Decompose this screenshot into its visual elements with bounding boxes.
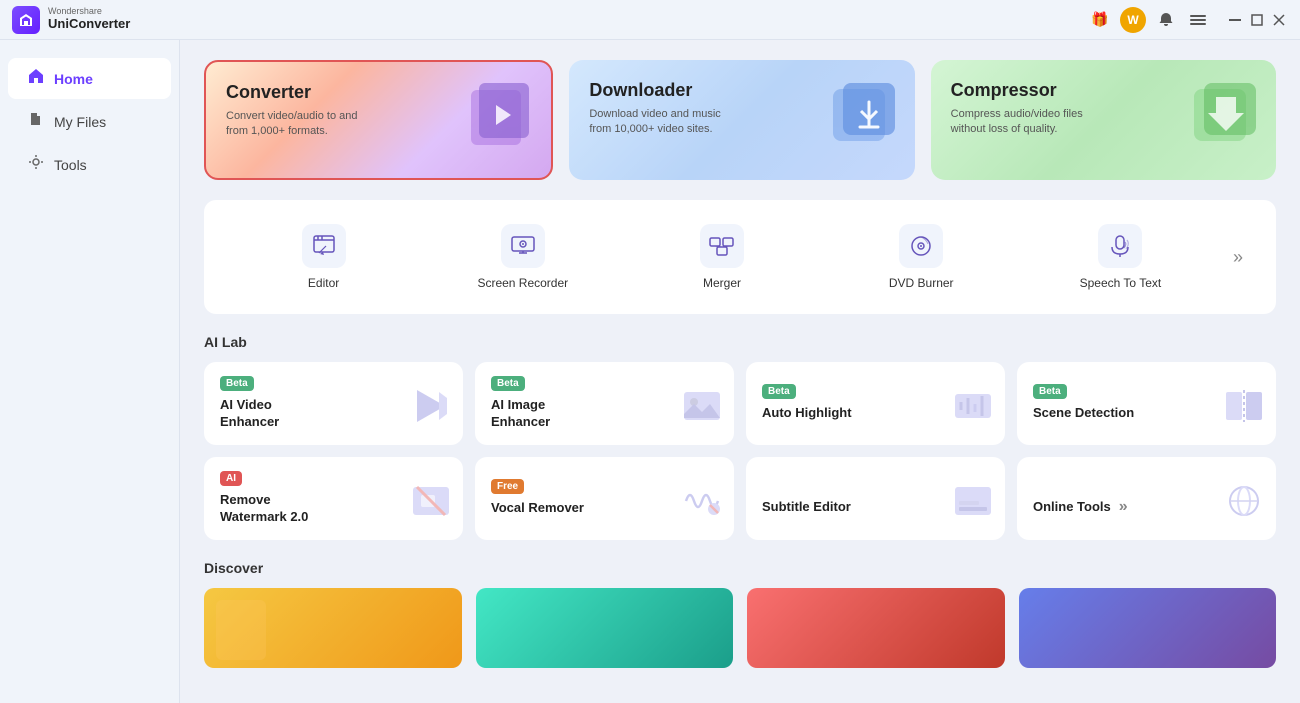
- tools-icon: [28, 154, 44, 175]
- downloader-card[interactable]: Downloader Download video and music from…: [569, 60, 914, 180]
- dvd-burner-label: DVD Burner: [889, 276, 954, 290]
- sidebar-item-tools[interactable]: Tools: [8, 144, 171, 185]
- sidebar-item-myfiles[interactable]: My Files: [8, 101, 171, 142]
- sidebar-item-home[interactable]: Home: [8, 58, 171, 99]
- beta-badge-4: Beta: [1033, 384, 1067, 399]
- ai-video-enhancer-icon: [409, 384, 453, 437]
- discover-title: Discover: [204, 560, 1276, 576]
- ai-badge: AI: [220, 471, 242, 486]
- ai-card-online-tools[interactable]: Online Tools »: [1017, 457, 1276, 540]
- window-controls: [1226, 11, 1288, 29]
- compressor-icon: [1186, 77, 1266, 170]
- tool-speech-to-text[interactable]: Speech To Text: [1021, 216, 1220, 298]
- editor-label: Editor: [308, 276, 339, 290]
- beta-badge: Beta: [220, 376, 254, 391]
- tools-row: Editor Screen Recorder: [204, 200, 1276, 314]
- sidebar-myfiles-label: My Files: [54, 114, 106, 130]
- sidebar-home-label: Home: [54, 71, 93, 87]
- files-icon: [28, 111, 44, 132]
- tools-more-button[interactable]: »: [1220, 239, 1256, 275]
- ai-lab-grid: Beta AI VideoEnhancer Beta AI ImageEnhan…: [204, 362, 1276, 540]
- main-layout: Home My Files Tools Converter Convert vi…: [0, 40, 1300, 703]
- minimize-button[interactable]: [1226, 11, 1244, 29]
- menu-icon[interactable]: [1186, 8, 1210, 32]
- discover-card-4[interactable]: [1019, 588, 1277, 668]
- ai-card-scene-detection[interactable]: Beta Scene Detection: [1017, 362, 1276, 445]
- converter-desc: Convert video/audio to and from 1,000+ f…: [226, 109, 366, 140]
- ai-card-image-enhancer[interactable]: Beta AI ImageEnhancer: [475, 362, 734, 445]
- tool-screen-recorder[interactable]: Screen Recorder: [423, 216, 622, 298]
- discover-card-2[interactable]: [476, 588, 734, 668]
- sidebar: Home My Files Tools: [0, 40, 180, 703]
- discover-card-1[interactable]: [204, 588, 462, 668]
- logo-icon: [12, 6, 40, 34]
- downloader-icon: [825, 77, 905, 170]
- compressor-desc: Compress audio/video files without loss …: [951, 107, 1091, 138]
- editor-icon: [302, 224, 346, 268]
- speech-to-text-icon: [1098, 224, 1142, 268]
- user-avatar[interactable]: W: [1120, 7, 1146, 33]
- speech-to-text-label: Speech To Text: [1080, 276, 1162, 290]
- downloader-desc: Download video and music from 10,000+ vi…: [589, 107, 729, 138]
- compressor-card[interactable]: Compressor Compress audio/video files wi…: [931, 60, 1276, 180]
- merger-label: Merger: [703, 276, 741, 290]
- app-logo: Wondershare UniConverter: [12, 6, 130, 34]
- ai-card-auto-highlight[interactable]: Beta Auto Highlight: [746, 362, 1005, 445]
- titlebar-controls: 🎁 W: [1088, 7, 1288, 33]
- free-badge: Free: [491, 479, 524, 494]
- scene-detection-icon: [1222, 384, 1266, 437]
- beta-badge-2: Beta: [491, 376, 525, 391]
- screen-recorder-label: Screen Recorder: [477, 276, 568, 290]
- home-icon: [28, 68, 44, 89]
- ai-lab-title: AI Lab: [204, 334, 1276, 350]
- ai-card-subtitle-editor[interactable]: Subtitle Editor: [746, 457, 1005, 540]
- remove-watermark-icon: [409, 479, 453, 532]
- converter-icon: [461, 75, 541, 168]
- discover-card-3[interactable]: [747, 588, 1005, 668]
- ai-card-remove-watermark[interactable]: AI RemoveWatermark 2.0: [204, 457, 463, 540]
- vocal-remover-icon: [680, 479, 724, 532]
- tool-editor[interactable]: Editor: [224, 216, 423, 298]
- titlebar: Wondershare UniConverter 🎁 W: [0, 0, 1300, 40]
- merger-icon: [700, 224, 744, 268]
- auto-highlight-icon: [951, 384, 995, 437]
- content-area: Converter Convert video/audio to and fro…: [180, 40, 1300, 703]
- tool-dvd-burner[interactable]: DVD Burner: [822, 216, 1021, 298]
- subtitle-editor-icon: [951, 479, 995, 532]
- tool-merger[interactable]: Merger: [622, 216, 821, 298]
- ai-image-enhancer-icon: [680, 384, 724, 437]
- ai-card-video-enhancer[interactable]: Beta AI VideoEnhancer: [204, 362, 463, 445]
- beta-badge-3: Beta: [762, 384, 796, 399]
- maximize-button[interactable]: [1248, 11, 1266, 29]
- ai-card-vocal-remover[interactable]: Free Vocal Remover: [475, 457, 734, 540]
- sidebar-tools-label: Tools: [54, 157, 87, 173]
- app-name: UniConverter: [48, 17, 130, 31]
- logo-text: Wondershare UniConverter: [48, 7, 130, 31]
- online-tools-icon: [1222, 479, 1266, 532]
- discover-grid: [204, 588, 1276, 668]
- close-button[interactable]: [1270, 11, 1288, 29]
- converter-card[interactable]: Converter Convert video/audio to and fro…: [204, 60, 553, 180]
- dvd-burner-icon: [899, 224, 943, 268]
- screen-recorder-icon: [501, 224, 545, 268]
- notification-icon[interactable]: [1154, 8, 1178, 32]
- hero-cards: Converter Convert video/audio to and fro…: [204, 60, 1276, 180]
- gift-icon[interactable]: 🎁: [1088, 8, 1112, 32]
